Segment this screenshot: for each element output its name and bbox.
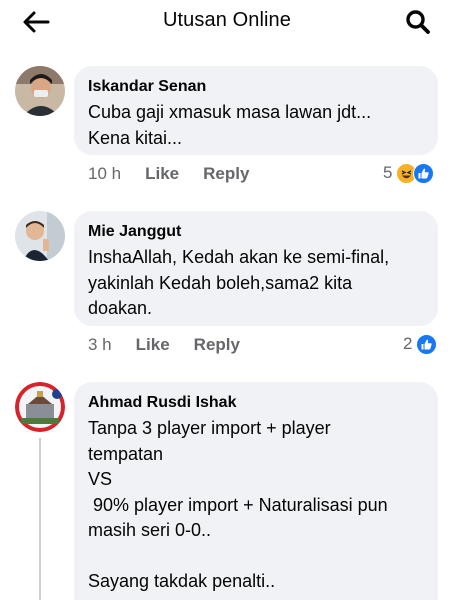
profile-photo-icon — [15, 382, 65, 432]
search-button[interactable] — [400, 6, 436, 38]
reaction-count: 5 — [383, 163, 393, 182]
comment-bubble: Iskandar Senan Cuba gaji xmasuk masa law… — [74, 66, 438, 155]
comment-timestamp[interactable]: 3 h — [88, 335, 112, 355]
search-icon — [406, 10, 430, 34]
reaction-summary[interactable]: 2 — [403, 333, 438, 355]
avatar[interactable] — [15, 66, 65, 116]
reaction-count: 2 — [403, 334, 413, 353]
comment-bubble: Mie Janggut InshaAllah, Kedah akan ke se… — [74, 211, 438, 326]
reply-button[interactable]: Reply — [194, 335, 240, 355]
comment-author[interactable]: Mie Janggut — [88, 221, 424, 243]
like-icon — [416, 333, 438, 355]
thread-line — [39, 438, 41, 600]
like-button[interactable]: Like — [145, 164, 179, 184]
profile-photo-icon — [15, 211, 65, 261]
page-title: Utusan Online — [162, 9, 292, 31]
comment-text: Cuba gaji xmasuk masa lawan jdt... Kena … — [88, 102, 372, 148]
top-app-bar: Utusan Online — [0, 0, 454, 44]
like-button[interactable]: Like — [136, 335, 170, 355]
comment-timestamp[interactable]: 10 h — [88, 164, 121, 184]
comment-bubble: Ahmad Rusdi Ishak Tanpa 3 player import … — [74, 382, 438, 600]
reaction-summary[interactable]: 5 — [383, 162, 435, 184]
like-icon — [413, 162, 435, 184]
comment-author[interactable]: Iskandar Senan — [88, 76, 424, 98]
comment-actions: 3 h Like Reply — [88, 334, 240, 356]
profile-photo-icon — [15, 66, 65, 116]
avatar[interactable] — [15, 211, 65, 261]
comment-text: Tanpa 3 player import + player tempatan … — [88, 418, 388, 591]
comment-author[interactable]: Ahmad Rusdi Ishak — [88, 392, 424, 414]
reply-button[interactable]: Reply — [203, 164, 249, 184]
avatar[interactable] — [15, 382, 65, 432]
comment-text: InshaAllah, Kedah akan ke semi-final, ya… — [88, 247, 390, 318]
comment-actions: 10 h Like Reply — [88, 163, 249, 185]
